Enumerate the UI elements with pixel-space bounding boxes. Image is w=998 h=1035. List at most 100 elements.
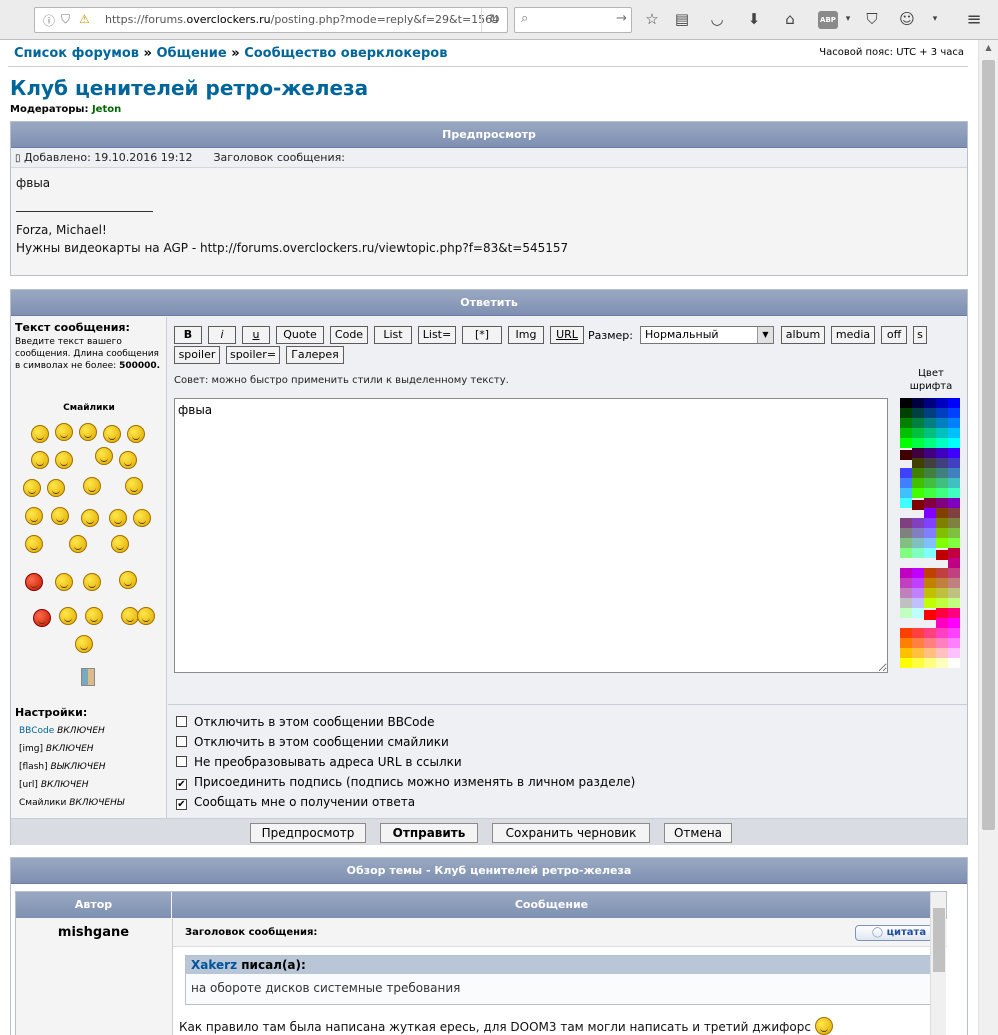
color-swatch[interactable] [948,608,960,618]
smiley-icon[interactable] [31,451,49,469]
color-swatch[interactable] [936,498,948,508]
smiley-icon[interactable] [75,635,93,653]
off-button[interactable]: off [881,326,907,344]
color-swatch[interactable] [948,448,960,458]
color-swatch[interactable] [900,548,912,558]
chevron-down-icon[interactable]: ▾ [924,9,946,29]
list-item-button[interactable]: [*] [462,326,502,344]
color-swatch[interactable] [948,468,960,478]
color-swatch[interactable] [948,398,960,408]
color-swatch[interactable] [936,598,948,608]
info-icon[interactable]: ⓘ [43,12,55,29]
media-button[interactable]: media [831,326,875,344]
color-swatch[interactable] [936,618,948,628]
img-button[interactable]: Img [508,326,544,344]
color-swatch[interactable] [924,610,936,620]
color-swatch[interactable] [912,488,924,498]
color-swatch[interactable] [900,608,912,618]
color-swatch[interactable] [924,638,936,648]
reading-list-icon[interactable]: ▤ [671,9,693,29]
color-swatch[interactable] [936,468,948,478]
color-swatch[interactable] [924,628,936,638]
smiley-icon[interactable] [55,573,73,591]
hamburger-menu-icon[interactable]: ≡ [960,9,988,31]
color-swatch[interactable] [948,498,960,508]
color-swatch[interactable] [936,438,948,448]
bold-button[interactable]: B [174,326,202,344]
scrollbar-thumb[interactable] [933,908,945,972]
list-equals-button[interactable]: List= [418,326,456,344]
color-swatch[interactable] [948,528,960,538]
color-swatch[interactable] [912,538,924,548]
color-swatch[interactable] [948,458,960,468]
color-swatch[interactable] [900,628,912,638]
page-scrollbar[interactable]: ▲ [978,40,998,1035]
font-size-select[interactable]: Нормальный ▼ [640,326,774,344]
color-swatch[interactable] [912,588,924,598]
color-swatch[interactable] [936,588,948,598]
color-swatch[interactable] [936,608,948,618]
color-swatch[interactable] [900,478,912,488]
color-swatch[interactable] [924,568,936,578]
color-swatch[interactable] [912,398,924,408]
color-swatch[interactable] [900,648,912,658]
shield-extension-icon[interactable]: ⛉ [861,9,883,29]
underline-button[interactable]: u [242,326,270,344]
color-swatch[interactable] [900,528,912,538]
star-icon[interactable]: ☆ [641,9,663,29]
chevron-down-icon[interactable]: ▾ [837,9,859,29]
color-swatch[interactable] [936,448,948,458]
color-swatch[interactable] [912,408,924,418]
color-swatch[interactable] [936,508,948,518]
checkbox[interactable] [176,716,187,727]
color-swatch[interactable] [948,648,960,658]
color-swatch[interactable] [936,538,948,548]
option-no-url-links[interactable]: Не преобразовывать адреса URL в ссылки [176,755,462,769]
preview-button[interactable]: Предпросмотр [250,823,366,843]
color-swatch[interactable] [948,598,960,608]
color-swatch[interactable] [948,488,960,498]
smiley-icon[interactable] [133,509,151,527]
color-swatch[interactable] [912,548,924,558]
color-swatch[interactable] [924,508,936,518]
shield-icon[interactable]: ⛉ [61,12,70,27]
chevron-down-icon[interactable]: ▼ [757,327,773,343]
color-swatch[interactable] [924,598,936,608]
search-input[interactable]: ⌕ → [514,7,632,33]
color-swatch[interactable] [924,398,936,408]
breadcrumb-forums[interactable]: Список форумов [14,46,139,61]
color-swatch[interactable] [900,598,912,608]
color-swatch[interactable] [948,588,960,598]
checkbox[interactable]: ✔ [176,799,187,810]
color-swatch[interactable] [900,578,912,588]
color-swatch[interactable] [936,518,948,528]
spoiler-equals-button[interactable]: spoiler= [226,346,280,364]
more-smilies-icon[interactable] [81,668,95,686]
smiley-icon[interactable] [55,451,73,469]
smiley-icon[interactable] [109,509,127,527]
cancel-button[interactable]: Отмена [664,823,732,843]
color-swatch[interactable] [936,658,948,668]
color-swatch[interactable] [912,578,924,588]
monkey-icon[interactable]: ☺ [896,9,918,29]
color-swatch[interactable] [924,448,936,458]
color-swatch[interactable] [948,618,960,628]
checkbox[interactable] [176,756,187,767]
smiley-icon[interactable] [81,509,99,527]
color-swatch[interactable] [948,438,960,448]
color-swatch[interactable] [924,518,936,528]
arrow-right-icon[interactable]: → [616,11,627,26]
color-swatch[interactable] [912,500,924,510]
scrollbar-thumb[interactable] [982,60,995,830]
spoiler-button[interactable]: spoiler [174,346,220,364]
color-swatch[interactable] [912,568,924,578]
smiley-icon[interactable] [25,507,43,525]
color-swatch[interactable] [936,638,948,648]
color-swatch[interactable] [948,558,960,568]
smiley-icon[interactable] [47,479,65,497]
color-swatch[interactable] [900,450,912,460]
color-swatch[interactable] [924,578,936,588]
adblock-icon[interactable]: ABP [818,11,838,29]
color-swatch[interactable] [948,638,960,648]
code-button[interactable]: Code [330,326,368,344]
